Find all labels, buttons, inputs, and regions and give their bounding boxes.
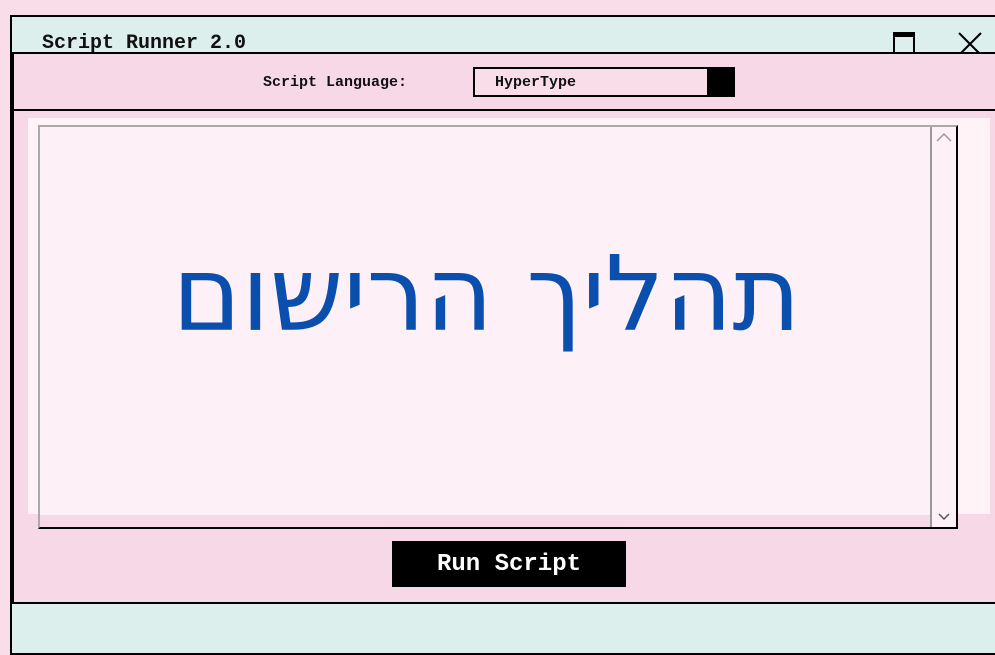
script-language-value: HyperType <box>495 74 577 91</box>
editor-scrollbar[interactable] <box>930 127 956 527</box>
script-language-label: Script Language: <box>263 74 408 91</box>
editor-content: תהליך הרישום <box>172 233 801 355</box>
dropdown-arrow-icon[interactable] <box>707 69 733 95</box>
chevron-up-icon[interactable] <box>935 129 953 147</box>
language-toolbar: Script Language: HyperType <box>14 54 995 111</box>
maximize-icon <box>893 32 915 54</box>
chevron-down-icon[interactable] <box>935 507 953 525</box>
main-panel: Script Language: HyperType תהליך הרישום … <box>12 52 995 604</box>
script-language-select[interactable]: HyperType <box>473 67 735 97</box>
editor-text-area[interactable]: תהליך הרישום <box>40 127 933 515</box>
script-editor[interactable]: תהליך הרישום <box>38 125 958 529</box>
run-script-button[interactable]: Run Script <box>392 541 626 587</box>
